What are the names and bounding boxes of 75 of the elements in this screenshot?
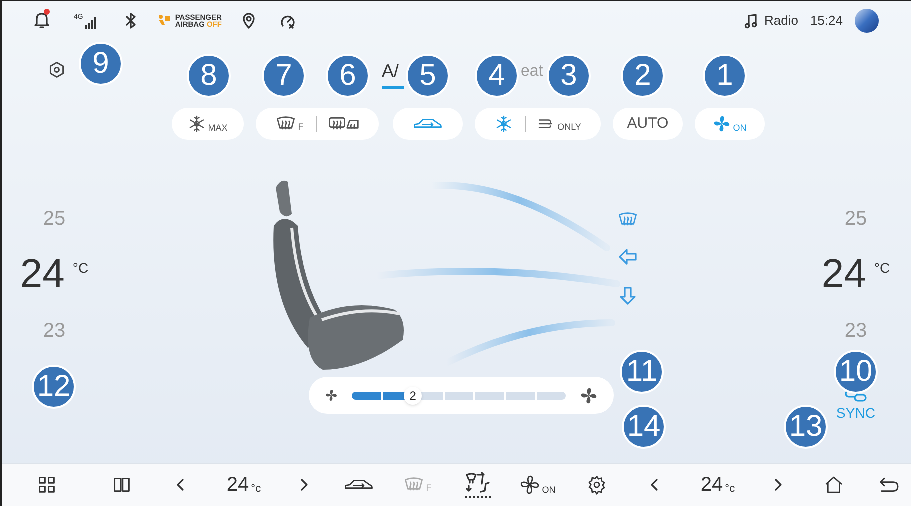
decrease-temperature-button[interactable]: [650, 477, 660, 493]
fan-icon: [713, 115, 732, 133]
button-label: F: [298, 122, 304, 132]
snowflake-button[interactable]: [494, 115, 513, 133]
signal-icon: [85, 16, 98, 28]
fan-icon: [580, 386, 598, 404]
location-icon: [242, 13, 256, 29]
profile-avatar[interactable]: [855, 9, 879, 33]
clock: 15:24: [810, 12, 843, 30]
split-view-icon: [112, 476, 130, 494]
fan-button[interactable]: ON: [520, 475, 556, 495]
chevron-right-icon: [299, 477, 309, 493]
chevron-left-icon: [176, 477, 186, 493]
defrost-icon: [404, 477, 424, 493]
split-view-button[interactable]: [112, 476, 130, 494]
callout-number: 2: [621, 54, 665, 98]
button-label: ON: [733, 123, 747, 133]
music-note-icon: [744, 13, 758, 29]
callout-number: 1: [703, 54, 747, 98]
increase-temperature-button[interactable]: [299, 477, 309, 493]
settings-button[interactable]: [587, 475, 607, 495]
snowflake-icon: [494, 115, 513, 133]
callout-number: 12: [32, 365, 76, 409]
chevron-left-icon: [650, 477, 660, 493]
media-source[interactable]: Radio: [764, 11, 798, 31]
rear-defrost-button[interactable]: [328, 116, 359, 132]
bluetooth-icon: [125, 13, 138, 29]
back-button[interactable]: [878, 476, 900, 494]
vent-button[interactable]: ONLY: [538, 116, 582, 132]
callout-number: 8: [187, 54, 231, 98]
button-label: MAX: [208, 123, 228, 133]
notification-bell-icon[interactable]: [34, 11, 50, 31]
callout-number: 14: [622, 405, 666, 449]
airbag-icon: [157, 14, 172, 28]
hexagon-settings-icon[interactable]: [48, 61, 66, 79]
callout-number: 13: [784, 405, 828, 449]
speed-mute-icon: [280, 13, 296, 29]
rear-defrost-icon: [328, 116, 359, 132]
home-icon: [824, 475, 844, 495]
back-icon: [878, 476, 900, 494]
temperature-unit: °C: [874, 259, 890, 278]
button-label: ONLY: [558, 122, 582, 132]
arrow-left-button[interactable]: [618, 248, 638, 266]
current-temperature: 24: [822, 254, 866, 294]
temperature-unit: °C: [72, 259, 89, 278]
airflow-mode-button[interactable]: [465, 472, 491, 498]
defrost-icon: [276, 116, 296, 132]
home-button[interactable]: [824, 475, 844, 495]
grid-icon: [38, 476, 56, 494]
callout-number: 6: [326, 54, 370, 98]
slider-thumb[interactable]: 2: [404, 386, 422, 404]
chevron-right-icon: [773, 477, 783, 493]
fan-icon: [325, 389, 338, 402]
increase-temperature-button[interactable]: [773, 477, 783, 493]
current-temperature: 24: [20, 254, 65, 294]
callout-number: 11: [620, 350, 664, 394]
arrow-down-button[interactable]: [620, 286, 636, 306]
callout-number: 7: [262, 54, 306, 98]
settings-icon: [587, 475, 607, 495]
seat-airflow-icon: [465, 472, 491, 494]
temperature-display: 24°c: [226, 475, 262, 495]
callout-number: 9: [79, 42, 123, 86]
windshield-defrost-button[interactable]: [618, 212, 638, 228]
apps-button[interactable]: [38, 476, 56, 494]
callout-number: 5: [406, 54, 450, 98]
front-defrost-button[interactable]: F: [276, 116, 304, 132]
temperature-display: 24°c: [700, 475, 736, 495]
callout-number: 10: [834, 350, 878, 394]
callout-number: 4: [475, 54, 519, 98]
tab[interactable]: A/: [382, 60, 404, 89]
fan-speed-slider[interactable]: 2: [352, 386, 566, 406]
snowflake-icon: [188, 115, 206, 133]
callout-number: 3: [547, 54, 591, 98]
fan-icon: [520, 475, 540, 495]
decrease-temperature-button[interactable]: [176, 477, 186, 493]
